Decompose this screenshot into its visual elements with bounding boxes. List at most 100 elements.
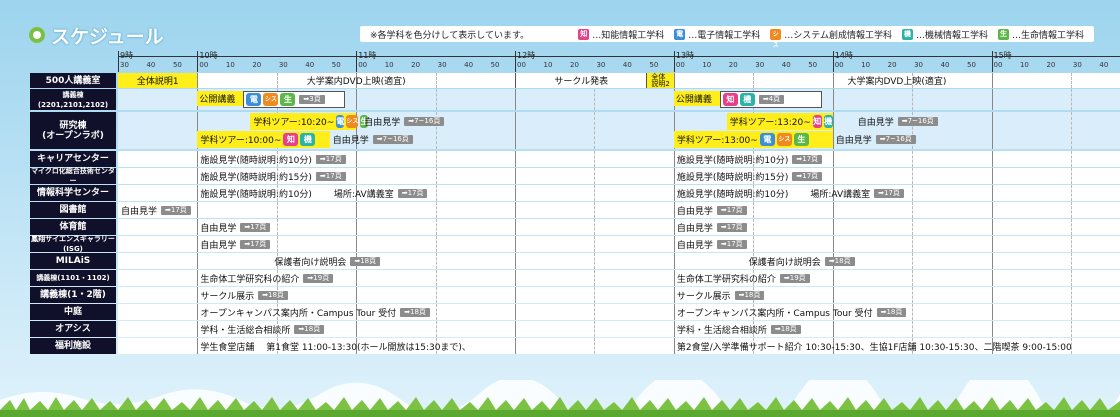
page-ref-badge[interactable]: ➡17頁: [792, 154, 823, 164]
event-text: 第2食堂/入学準備サポート紹介 10:30-15:30、生協1F店舗 10:30…: [676, 342, 1072, 353]
page-ref-badge[interactable]: ➡17頁: [792, 171, 823, 181]
minute-label: 10: [1019, 61, 1029, 69]
public-lecture-pm-departments[interactable]: 知機 ➡4頁: [719, 91, 822, 108]
minute-label: 00: [675, 61, 685, 69]
public-lecture-am-departments[interactable]: 電シス生 ➡3頁: [243, 91, 346, 108]
event-pm[interactable]: サークル展示 ➡18頁: [674, 287, 1120, 303]
page-ref-badge[interactable]: ➡18頁: [400, 307, 430, 317]
page-ref-badge[interactable]: ➡18頁: [258, 290, 288, 300]
minute-label: 20: [411, 61, 421, 69]
page-ref-badge[interactable]: ➡17頁: [397, 188, 428, 198]
page-ref-badge[interactable]: ➡7~16頁: [875, 135, 916, 144]
free-visit-pm-bottom[interactable]: 自由見学 ➡7~16頁: [833, 131, 992, 148]
page-ref-badge[interactable]: ➡17頁: [161, 205, 191, 215]
event-am[interactable]: 生命体工学研究科の紹介 ➡19頁: [197, 270, 647, 286]
event-pm[interactable]: 施設見学(随時説明:約10分) 場所:AV講義室 ➡17頁: [674, 185, 1120, 201]
schedule-row: 鳳翔サイエンスギャラリー(ISG) 自由見学 ➡17頁 自由見学 ➡17頁: [30, 235, 1120, 253]
event-am[interactable]: 自由見学 ➡17頁: [197, 219, 647, 235]
page-ref-badge[interactable]: ➡18頁: [734, 290, 765, 300]
page-ref-badge[interactable]: ➡3頁: [299, 95, 325, 104]
page-ref-badge[interactable]: ➡17頁: [716, 239, 747, 249]
hour-gridline: [991, 89, 993, 110]
event-overall-briefing-2[interactable]: 全体 説明2: [647, 73, 674, 88]
row-label: 研究棟 (オープンラボ): [30, 112, 116, 149]
page-ref-badge[interactable]: ➡17頁: [315, 171, 346, 181]
event-pm[interactable]: オープンキャンパス案内所・Campus Tour 受付 ➡18頁: [674, 304, 1120, 320]
page-ref-badge[interactable]: ➡18頁: [824, 256, 855, 266]
row-timeline: 学生食堂店舗 第1食堂 11:00-13:30(ホール開放は15:30まで)、 第…: [118, 338, 1120, 354]
event-text: 公開講義: [675, 95, 712, 105]
page-ref-badge[interactable]: ➡4頁: [758, 95, 785, 104]
dept-tour-1320[interactable]: 学科ツアー:13:20~ 知機: [726, 113, 833, 130]
row-label: 図書館: [30, 202, 116, 218]
minute-label: 20: [887, 61, 897, 69]
page-ref-badge[interactable]: ➡17頁: [240, 239, 271, 249]
row-label: 中庭: [30, 304, 116, 320]
event-text: 施設見学(随時説明:約10分): [676, 189, 789, 200]
public-lecture-am-label[interactable]: 公開講義: [197, 91, 244, 106]
schedule-row: 研究棟 (オープンラボ) 学科ツアー:10:20~ 電シス生自由見学 ➡7~16頁 学科…: [30, 112, 1120, 149]
page-ref-badge[interactable]: ➡18頁: [350, 256, 381, 266]
page-ref-badge[interactable]: ➡17頁: [240, 222, 271, 232]
event-pm[interactable]: 自由見学 ➡17頁: [674, 202, 1120, 218]
department-badge: 生: [793, 133, 809, 146]
parents-session-pm[interactable]: 保護者向け説明会 ➡18頁: [727, 253, 1120, 269]
schedule-row: 500人講義室 全体説明1 大学案内DVD上映(適宜) サークル発表 全体 説明2 大学案…: [30, 73, 1120, 88]
minute-label: 00: [358, 61, 368, 69]
free-visit-pm-top[interactable]: 自由見学 ➡7~16頁: [833, 113, 992, 130]
event-text: 自由見学: [332, 136, 369, 146]
page-ref-badge[interactable]: ➡19頁: [303, 273, 334, 283]
hour-label: 15時: [993, 51, 1012, 60]
event-circle-presentation[interactable]: サークル発表: [515, 73, 648, 88]
dept-tour-1020[interactable]: 学科ツアー:10:20~ 電シス生: [250, 113, 369, 130]
department-badge: シス: [776, 133, 792, 146]
hour-tick: [515, 51, 517, 72]
hour-label: 11時: [358, 51, 377, 60]
event-pm[interactable]: 施設見学(随時説明:約10分) ➡17頁: [674, 151, 1120, 167]
page-ref-badge[interactable]: ➡7~16頁: [372, 135, 413, 144]
event-am[interactable]: サークル展示 ➡18頁: [197, 287, 647, 303]
event-text: 施設見学(随時説明:約10分): [200, 155, 312, 166]
page-ref-badge[interactable]: ➡17頁: [716, 222, 747, 232]
event-am[interactable]: 学科・生活総合相談所 ➡18頁: [197, 321, 647, 337]
hour-tick: [118, 51, 119, 72]
event-am[interactable]: 施設見学(随時説明:約10分) 場所:AV講義室 ➡17頁: [197, 185, 647, 201]
event-am[interactable]: 施設見学(随時説明:約10分) ➡17頁: [197, 151, 647, 167]
dept-tour-1300[interactable]: 学科ツアー:13:00~ 電シス生: [673, 131, 833, 148]
half-hour-gridline: [1070, 112, 1072, 149]
event-dvd-screening-am[interactable]: 大学案内DVD上映(適宜): [197, 73, 515, 88]
page-ref-badge[interactable]: ➡17頁: [315, 154, 346, 164]
page-ref-badge[interactable]: ➡7~16頁: [404, 117, 445, 126]
event-text: 学科ツアー:13:20~: [729, 118, 811, 128]
event-dvd-screening-pm[interactable]: 大学案内DVD上映(適宜): [674, 73, 1120, 88]
event-am[interactable]: 施設見学(随時説明:約15分) ➡17頁: [197, 168, 647, 184]
free-visit-am-bottom[interactable]: 自由見学 ➡7~16頁: [330, 131, 515, 148]
free-visit-am-top[interactable]: 自由見学 ➡7~16頁: [356, 113, 515, 130]
event-pm[interactable]: 自由見学 ➡17頁: [674, 236, 1120, 252]
dept-tour-1000[interactable]: 学科ツアー:10:00~ 知機: [197, 131, 330, 148]
title-bullet-icon: [29, 27, 45, 43]
event-am[interactable]: 自由見学 ➡17頁: [197, 236, 647, 252]
minute-label: 30: [755, 61, 765, 69]
hour-gridline: [991, 112, 993, 149]
hour-gridline: [197, 253, 199, 269]
page-ref-badge[interactable]: ➡19頁: [779, 273, 810, 283]
event-am[interactable]: オープンキャンパス案内所・Campus Tour 受付 ➡18頁: [197, 304, 647, 320]
event-pm[interactable]: 学科・生活総合相談所 ➡18頁: [674, 321, 1120, 337]
event-pm[interactable]: 施設見学(随時説明:約15分) ➡17頁: [674, 168, 1120, 184]
page-ref-badge[interactable]: ➡18頁: [770, 324, 801, 334]
legend-label-denshi: …電子情報工学科: [688, 30, 761, 41]
event-pm[interactable]: 自由見学 ➡17頁: [674, 219, 1120, 235]
parents-session-am[interactable]: 保護者向け説明会 ➡18頁: [250, 253, 647, 269]
page-ref-badge[interactable]: ➡18頁: [294, 324, 325, 334]
minute-label: 40: [146, 61, 156, 69]
event-pm[interactable]: 生命体工学研究科の紹介 ➡19頁: [674, 270, 1120, 286]
public-lecture-pm-label[interactable]: 公開講義: [673, 91, 720, 106]
event-am[interactable]: 自由見学 ➡17頁: [118, 202, 647, 218]
page-ref-badge[interactable]: ➡18頁: [876, 307, 907, 317]
page-ref-badge[interactable]: ➡17頁: [716, 205, 747, 215]
page-ref-badge[interactable]: ➡17頁: [874, 188, 904, 198]
page-ref-badge[interactable]: ➡7~16頁: [897, 117, 938, 126]
event-overall-briefing-1[interactable]: 全体説明1: [118, 73, 198, 88]
hour-gridline: [673, 253, 675, 269]
